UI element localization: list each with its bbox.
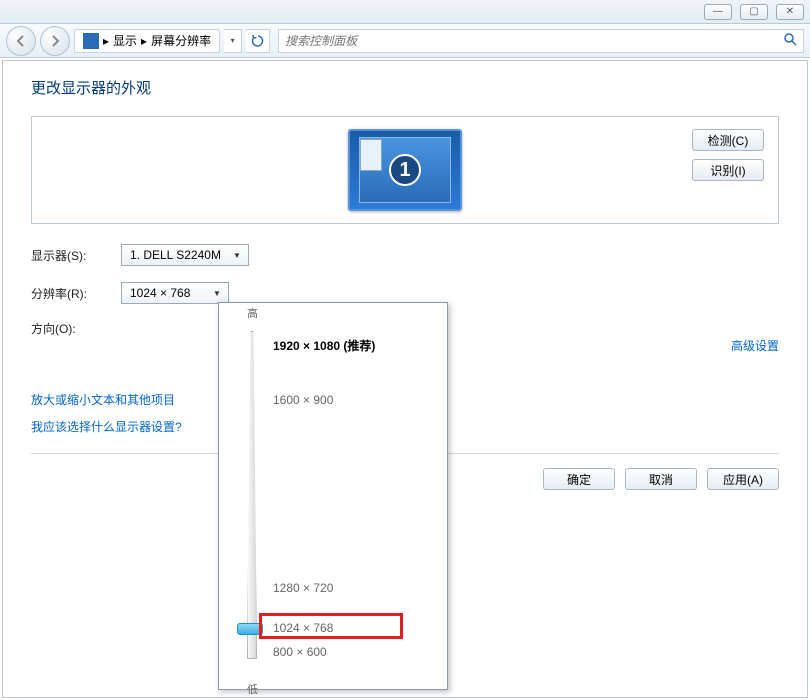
control-panel-icon (83, 33, 99, 49)
minimize-button[interactable]: — (704, 4, 732, 20)
breadcrumb-item-resolution[interactable]: 屏幕分辨率 (151, 32, 211, 49)
monitor-screen: 1 (359, 137, 451, 203)
breadcrumb-sep: ▸ (103, 34, 109, 48)
text-size-link[interactable]: 放大或缩小文本和其他项目 (31, 391, 182, 408)
back-button[interactable] (6, 26, 36, 56)
cancel-button[interactable]: 取消 (625, 468, 697, 490)
help-link[interactable]: 我应该选择什么显示器设置? (31, 418, 182, 435)
identify-button[interactable]: 识别(I) (692, 159, 764, 181)
slider-thumb[interactable] (237, 623, 263, 635)
resolution-dropdown[interactable]: 1024 × 768 ▼ (121, 282, 229, 304)
monitor-number: 1 (389, 154, 421, 186)
slider-track-area: 1920 × 1080 (推荐) 1600 × 900 1280 × 720 1024… (219, 325, 447, 677)
search-input[interactable] (285, 34, 783, 48)
resolution-slider-popup: 高 1920 × 1080 (推荐) 1600 × 900 1280 × 720 10… (218, 302, 448, 690)
breadcrumb-item-display[interactable]: 显示 (113, 32, 137, 49)
resolution-option[interactable]: 1024 × 768 (273, 621, 333, 635)
refresh-button[interactable] (246, 29, 270, 53)
page-title: 更改显示器的外观 (31, 77, 779, 98)
resolution-option[interactable]: 1920 × 1080 (推荐) (273, 337, 375, 354)
maximize-button[interactable]: ▢ (740, 4, 768, 20)
slider-high-label: 高 (219, 305, 447, 321)
search-box[interactable] (278, 29, 804, 53)
monitor-thumbnail[interactable]: 1 (348, 129, 462, 211)
forward-button[interactable] (40, 26, 70, 56)
breadcrumb-sep: ▸ (141, 34, 147, 48)
resolution-label: 分辨率(R): (31, 285, 121, 302)
search-icon[interactable] (783, 32, 797, 49)
detect-button[interactable]: 检测(C) (692, 129, 764, 151)
navigation-bar: ▸ 显示 ▸ 屏幕分辨率 ▾ (0, 24, 810, 58)
resolution-option[interactable]: 800 × 600 (273, 645, 327, 659)
slider-low-label: 低 (219, 681, 447, 697)
resolution-value: 1024 × 768 (130, 286, 190, 300)
close-button[interactable]: ✕ (776, 4, 804, 20)
resolution-option[interactable]: 1280 × 720 (273, 581, 333, 595)
refresh-icon (251, 34, 265, 48)
window-titlebar: — ▢ ✕ (0, 0, 810, 24)
display-dropdown[interactable]: 1. DELL S2240M ▼ (121, 244, 249, 266)
arrow-left-icon (14, 34, 28, 48)
resolution-option[interactable]: 1600 × 900 (273, 393, 333, 407)
advanced-settings-link[interactable]: 高级设置 (731, 337, 779, 354)
breadcrumb[interactable]: ▸ 显示 ▸ 屏幕分辨率 (74, 29, 220, 53)
display-preview: 1 检测(C) 识别(I) (31, 116, 779, 224)
chevron-down-icon: ▼ (230, 248, 244, 262)
chevron-down-icon: ▼ (210, 286, 224, 300)
wallpaper-icon (360, 139, 382, 171)
breadcrumb-dropdown[interactable]: ▾ (224, 29, 242, 53)
slider-track[interactable] (247, 331, 257, 659)
display-label: 显示器(S): (31, 247, 121, 264)
ok-button[interactable]: 确定 (543, 468, 615, 490)
display-value: 1. DELL S2240M (130, 248, 221, 262)
apply-button[interactable]: 应用(A) (707, 468, 779, 490)
orientation-label: 方向(O): (31, 320, 121, 337)
arrow-right-icon (48, 34, 62, 48)
